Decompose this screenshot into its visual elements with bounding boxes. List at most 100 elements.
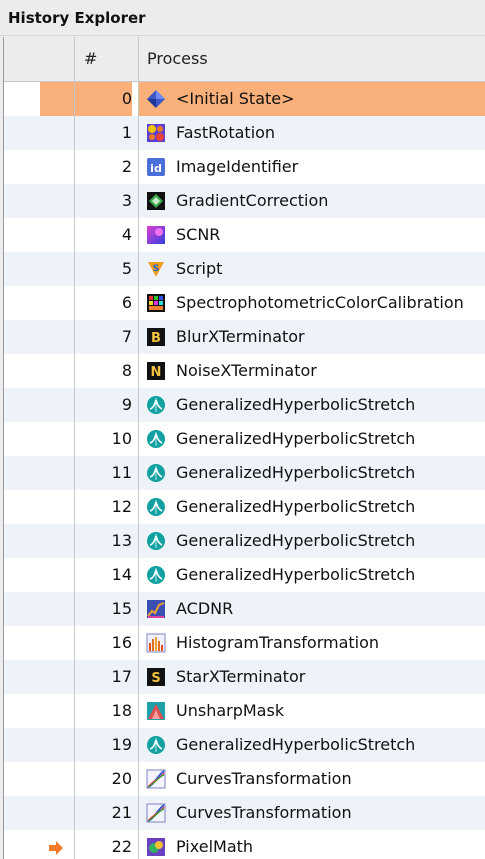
row-number: 2: [121, 157, 132, 176]
history-row[interactable]: 8 N NoiseXTerminator: [4, 354, 485, 388]
row-number: 5: [121, 259, 132, 278]
column-divider: [74, 37, 75, 859]
row-marker-cell: [4, 354, 74, 388]
history-row[interactable]: 2 id ImageIdentifier: [4, 150, 485, 184]
history-row[interactable]: 22 PixelMath: [4, 830, 485, 859]
row-number: 3: [121, 191, 132, 210]
row-number: 21: [111, 803, 132, 822]
row-marker-cell: [4, 456, 74, 490]
row-process-cell: GradientCorrection: [139, 184, 485, 218]
row-marker-cell: [4, 82, 74, 116]
process-name: GeneralizedHyperbolicStretch: [176, 565, 416, 584]
column-header-marker[interactable]: [4, 37, 74, 81]
row-process-cell: SCNR: [139, 218, 485, 252]
row-number: 0: [74, 82, 132, 116]
history-row[interactable]: 11 GeneralizedHyperbolicStretch: [4, 456, 485, 490]
row-marker-cell: [4, 694, 74, 728]
ghs-icon: [146, 429, 166, 449]
row-marker-cell: [4, 150, 74, 184]
process-name: CurvesTransformation: [176, 769, 352, 788]
history-row[interactable]: 10 GeneralizedHyperbolicStretch: [4, 422, 485, 456]
row-process-cell: CurvesTransformation: [139, 796, 485, 830]
row-number: 22: [111, 837, 132, 856]
current-state-arrow-icon: [48, 840, 64, 855]
row-process-cell: id ImageIdentifier: [139, 150, 485, 184]
row-number: 11: [111, 463, 132, 482]
process-name: GeneralizedHyperbolicStretch: [176, 497, 416, 516]
row-marker-cell: [4, 422, 74, 456]
ghs-icon: [146, 531, 166, 551]
column-header-process[interactable]: Process: [147, 37, 208, 81]
process-name: GeneralizedHyperbolicStretch: [176, 395, 416, 414]
row-process-cell: CurvesTransformation: [139, 762, 485, 796]
blurxterminator-icon: B: [146, 327, 166, 347]
history-row[interactable]: 13 GeneralizedHyperbolicStretch: [4, 524, 485, 558]
process-name: GeneralizedHyperbolicStretch: [176, 429, 416, 448]
row-marker-cell: [4, 558, 74, 592]
process-name: UnsharpMask: [176, 701, 285, 720]
row-number: 17: [111, 667, 132, 686]
pixelmath-icon: [146, 837, 166, 857]
panel-title: History Explorer: [8, 9, 146, 27]
process-name: StarXTerminator: [176, 667, 306, 686]
process-name: ACDNR: [176, 599, 234, 618]
ghs-icon: [146, 395, 166, 415]
history-row[interactable]: 1 FastRotation: [4, 116, 485, 150]
row-process-cell: FastRotation: [139, 116, 485, 150]
row-marker-cell: [4, 490, 74, 524]
history-row[interactable]: 5 S Script: [4, 252, 485, 286]
history-row[interactable]: 16 HistogramTransformation: [4, 626, 485, 660]
history-row[interactable]: 18 UnsharpMask: [4, 694, 485, 728]
row-process-cell: GeneralizedHyperbolicStretch: [139, 728, 485, 762]
history-row[interactable]: 6 SpectrophotometricColorCalibration: [4, 286, 485, 320]
row-number: 19: [111, 735, 132, 754]
column-header-number[interactable]: #: [84, 37, 97, 81]
row-number: 1: [121, 123, 132, 142]
row-marker-cell: [4, 626, 74, 660]
row-process-cell: GeneralizedHyperbolicStretch: [139, 524, 485, 558]
history-row[interactable]: 7 B BlurXTerminator: [4, 320, 485, 354]
process-name: CurvesTransformation: [176, 803, 352, 822]
noisexterminator-icon: N: [146, 361, 166, 381]
row-marker-cell: [4, 728, 74, 762]
row-marker-cell: [4, 524, 74, 558]
unsharpmask-icon: [146, 701, 166, 721]
row-number: 9: [121, 395, 132, 414]
process-name: SCNR: [176, 225, 221, 244]
history-row[interactable]: 17 S StarXTerminator: [4, 660, 485, 694]
row-number: 15: [111, 599, 132, 618]
script-icon: S: [146, 259, 166, 279]
row-process-cell: GeneralizedHyperbolicStretch: [139, 456, 485, 490]
column-divider: [138, 37, 139, 859]
acdnr-icon: [146, 599, 166, 619]
initial-state-icon: [146, 89, 166, 109]
row-marker-cell: [4, 660, 74, 694]
history-row[interactable]: 19 GeneralizedHyperbolicStretch: [4, 728, 485, 762]
row-number: 12: [111, 497, 132, 516]
history-row[interactable]: 9 GeneralizedHyperbolicStretch: [4, 388, 485, 422]
history-table[interactable]: # Process 0 <Initial State> 1 FastRotation 2…: [3, 37, 485, 859]
history-row[interactable]: 0 <Initial State>: [4, 82, 485, 116]
history-row[interactable]: 12 GeneralizedHyperbolicStretch: [4, 490, 485, 524]
row-process-cell: GeneralizedHyperbolicStretch: [139, 490, 485, 524]
row-marker-cell: [4, 796, 74, 830]
svg-text:S: S: [153, 264, 159, 274]
history-row[interactable]: 14 GeneralizedHyperbolicStretch: [4, 558, 485, 592]
history-row[interactable]: 21 CurvesTransformation: [4, 796, 485, 830]
row-number: 16: [111, 633, 132, 652]
history-row[interactable]: 4 SCNR: [4, 218, 485, 252]
row-marker-cell: [4, 184, 74, 218]
row-process-cell: UnsharpMask: [139, 694, 485, 728]
history-row[interactable]: 3 GradientCorrection: [4, 184, 485, 218]
curvestransformation-icon: [146, 769, 166, 789]
curvestransformation-icon: [146, 803, 166, 823]
scnr-icon: [146, 225, 166, 245]
ghs-icon: [146, 497, 166, 517]
row-process-cell: N NoiseXTerminator: [139, 354, 485, 388]
row-marker-cell: [4, 116, 74, 150]
history-row[interactable]: 20 CurvesTransformation: [4, 762, 485, 796]
process-name: GeneralizedHyperbolicStretch: [176, 531, 416, 550]
history-row[interactable]: 15 ACDNR: [4, 592, 485, 626]
process-name: Script: [176, 259, 223, 278]
row-process-cell: S StarXTerminator: [139, 660, 485, 694]
